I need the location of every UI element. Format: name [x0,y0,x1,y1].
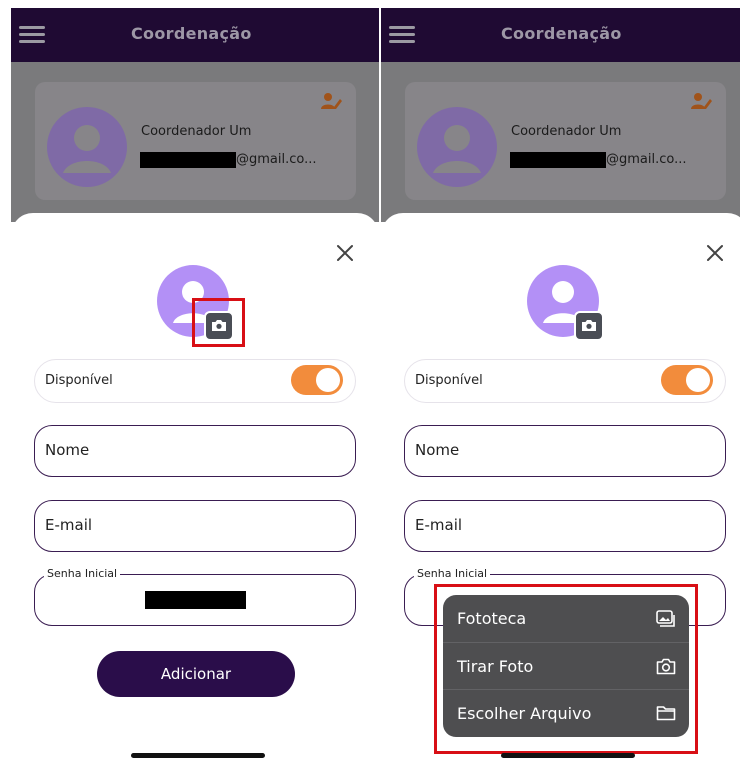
highlight-box [192,298,245,347]
home-indicator [501,753,635,758]
email-placeholder: E-mail [45,516,93,534]
coordinator-name: Coordenador Um [141,124,252,139]
available-label: Disponível [45,373,113,388]
coordinator-email: @gmail.co... [236,152,317,167]
available-toggle-field: Disponível [404,359,726,403]
home-indicator [131,753,265,758]
coordinator-name: Coordenador Um [511,124,622,139]
change-photo-button[interactable] [574,311,604,341]
name-placeholder: Nome [45,441,90,459]
app-bar-title: Coordenação [501,24,622,43]
edit-user-icon[interactable] [321,92,343,110]
profile-card: Coordenador Um @gmail.co... [35,82,356,200]
app-bar: Coordenação [381,8,740,62]
menu-icon[interactable] [389,26,415,44]
screen-photo-options: Coordenação Coordenador Um @gmail.co... [381,8,740,760]
user-avatar-icon [417,107,497,187]
highlight-box [434,584,698,754]
app-bar-title: Coordenação [131,24,252,43]
profile-card: Coordenador Um @gmail.co... [405,82,726,200]
available-toggle-field: Disponível [34,359,356,403]
available-toggle[interactable] [291,365,343,395]
email-field[interactable]: E-mail [404,500,726,552]
close-icon[interactable] [333,241,357,265]
email-placeholder: E-mail [415,516,463,534]
coordinator-email: @gmail.co... [606,152,687,167]
available-toggle[interactable] [661,365,713,395]
screen-add-coordinator: Coordenação Coordenador Um @gmail.co... [11,8,379,760]
edit-user-icon[interactable] [691,92,713,110]
name-placeholder: Nome [415,441,460,459]
redacted-password [145,591,246,609]
app-bar: Coordenação [11,8,379,62]
toggle-knob [316,368,340,392]
toggle-knob [686,368,710,392]
available-label: Disponível [415,373,483,388]
password-field[interactable]: Senha Inicial [34,567,356,626]
name-field[interactable]: Nome [34,425,356,477]
add-button[interactable]: Adicionar [97,651,295,697]
password-label: Senha Inicial [44,567,121,580]
user-avatar-icon [47,107,127,187]
redacted-email [140,152,236,168]
email-field[interactable]: E-mail [34,500,356,552]
password-label: Senha Inicial [414,567,491,580]
name-field[interactable]: Nome [404,425,726,477]
add-coordinator-sheet: Disponível Nome E-mail Senha Inicial Adi… [11,213,379,760]
camera-icon [582,320,596,331]
menu-icon[interactable] [19,26,45,44]
close-icon[interactable] [703,241,727,265]
redacted-email [510,152,606,168]
